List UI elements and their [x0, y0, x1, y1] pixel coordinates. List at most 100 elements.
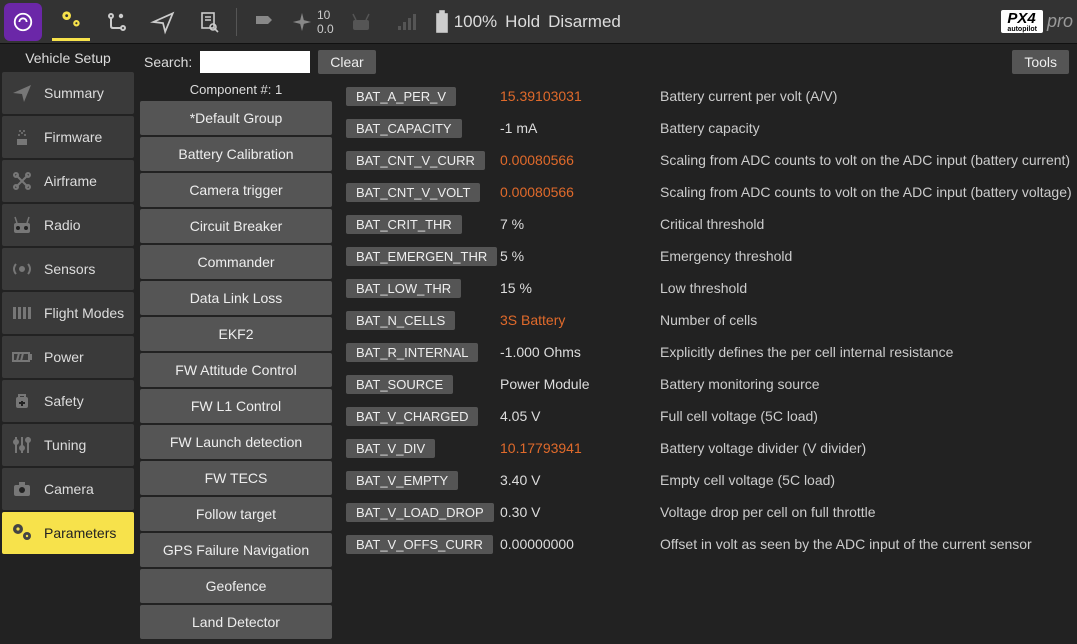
- sidebar-item-power[interactable]: Power: [2, 336, 134, 378]
- sidebar-item-parameters[interactable]: Parameters: [2, 512, 134, 554]
- tools-button[interactable]: Tools: [1012, 50, 1069, 74]
- sidebar-icon: [8, 519, 36, 547]
- sidebar-item-label: Firmware: [44, 129, 102, 145]
- search-label: Search:: [144, 54, 192, 70]
- param-value: 15 %: [500, 280, 532, 296]
- telemetry-signal-icon[interactable]: [388, 3, 426, 41]
- arm-state[interactable]: Disarmed: [548, 12, 621, 32]
- toolbar-analyze-button[interactable]: [190, 3, 228, 41]
- clear-button[interactable]: Clear: [318, 50, 375, 74]
- param-row: BAT_V_DIV10.17793941Battery voltage divi…: [340, 432, 1073, 464]
- param-description: Battery monitoring source: [660, 376, 820, 392]
- sidebar-item-label: Summary: [44, 85, 104, 101]
- group-follow-target[interactable]: Follow target: [140, 497, 332, 531]
- param-value: 7 %: [500, 216, 524, 232]
- vehicle-setup-sidebar: Vehicle Setup SummaryFirmwareAirframeRad…: [0, 44, 136, 644]
- sidebar-item-camera[interactable]: Camera: [2, 468, 134, 510]
- param-name-button[interactable]: BAT_V_LOAD_DROP: [346, 503, 494, 522]
- messages-icon[interactable]: [245, 3, 283, 41]
- sidebar-item-label: Safety: [44, 393, 84, 409]
- sidebar-item-flight-modes[interactable]: Flight Modes: [2, 292, 134, 334]
- toolbar-divider: [236, 8, 237, 36]
- param-name-button[interactable]: BAT_CNT_V_VOLT: [346, 183, 480, 202]
- param-value: -1.000 Ohms: [500, 344, 581, 360]
- battery-percent: 100%: [454, 12, 497, 32]
- param-name-button[interactable]: BAT_N_CELLS: [346, 311, 455, 330]
- sidebar-item-tuning[interactable]: Tuning: [2, 424, 134, 466]
- param-row: BAT_EMERGEN_THR5 %Emergency threshold: [340, 240, 1073, 272]
- group-fw-l1-control[interactable]: FW L1 Control: [140, 389, 332, 423]
- param-name-button[interactable]: BAT_CRIT_THR: [346, 215, 462, 234]
- param-value: -1 mA: [500, 120, 537, 136]
- sidebar-icon: [8, 79, 36, 107]
- param-row: BAT_CAPACITY-1 mABattery capacity: [340, 112, 1073, 144]
- app-logo[interactable]: [4, 3, 42, 41]
- sidebar-item-label: Power: [44, 349, 84, 365]
- group-data-link-loss[interactable]: Data Link Loss: [140, 281, 332, 315]
- gps-numbers: 10 0.0: [317, 8, 334, 36]
- param-value: 0.00000000: [500, 536, 574, 552]
- group-ekf2[interactable]: EKF2: [140, 317, 332, 351]
- sidebar-icon: [8, 123, 36, 151]
- gps-status[interactable]: 10 0.0: [291, 3, 334, 41]
- group-fw-attitude-control[interactable]: FW Attitude Control: [140, 353, 332, 387]
- group-fw-launch-detection[interactable]: FW Launch detection: [140, 425, 332, 459]
- param-value: 3S Battery: [500, 312, 565, 328]
- sidebar-item-sensors[interactable]: Sensors: [2, 248, 134, 290]
- param-description: Battery current per volt (A/V): [660, 88, 837, 104]
- param-name-button[interactable]: BAT_CAPACITY: [346, 119, 462, 138]
- rc-icon[interactable]: [342, 3, 380, 41]
- sidebar-item-airframe[interactable]: Airframe: [2, 160, 134, 202]
- param-name-button[interactable]: BAT_A_PER_V: [346, 87, 456, 106]
- sidebar-item-label: Tuning: [44, 437, 86, 453]
- topbar: 10 0.0 100% Hold Disarmed PX4autopilot p…: [0, 0, 1077, 44]
- toolbar-fly-button[interactable]: [144, 3, 182, 41]
- flight-mode[interactable]: Hold: [505, 12, 540, 32]
- param-name-button[interactable]: BAT_V_OFFS_CURR: [346, 535, 493, 554]
- sidebar-item-radio[interactable]: Radio: [2, 204, 134, 246]
- toolbar-setup-button[interactable]: [52, 3, 90, 41]
- param-row: BAT_V_OFFS_CURR 0.00000000 Offset in volt …: [340, 528, 1073, 560]
- param-row: BAT_SOURCEPower ModuleBattery monitoring…: [340, 368, 1073, 400]
- group-commander[interactable]: Commander: [140, 245, 332, 279]
- toolbar-plan-button[interactable]: [98, 3, 136, 41]
- group-circuit-breaker[interactable]: Circuit Breaker: [140, 209, 332, 243]
- param-row: BAT_A_PER_V15.39103031Battery current pe…: [340, 80, 1073, 112]
- param-name-button[interactable]: BAT_V_DIV: [346, 439, 435, 458]
- param-row: BAT_R_INTERNAL-1.000 OhmsExplicitly defi…: [340, 336, 1073, 368]
- group-land-detector[interactable]: Land Detector: [140, 605, 332, 639]
- param-description: Empty cell voltage (5C load): [660, 472, 835, 488]
- param-row: BAT_N_CELLS 3S Battery Number of cells: [340, 304, 1073, 336]
- sidebar-item-firmware[interactable]: Firmware: [2, 116, 134, 158]
- group-fw-tecs[interactable]: FW TECS: [140, 461, 332, 495]
- param-row: BAT_LOW_THR15 %Low threshold: [340, 272, 1073, 304]
- param-value: 0.00080566: [500, 152, 574, 168]
- sidebar-item-summary[interactable]: Summary: [2, 72, 134, 114]
- param-name-button[interactable]: BAT_SOURCE: [346, 375, 453, 394]
- param-name-button[interactable]: BAT_CNT_V_CURR: [346, 151, 485, 170]
- group-camera-trigger[interactable]: Camera trigger: [140, 173, 332, 207]
- param-name-button[interactable]: BAT_V_EMPTY: [346, 471, 458, 490]
- param-description: Offset in volt as seen by the ADC input …: [660, 536, 1032, 552]
- param-name-button[interactable]: BAT_R_INTERNAL: [346, 343, 478, 362]
- search-input[interactable]: [200, 51, 310, 73]
- param-description: Number of cells: [660, 312, 757, 328]
- battery-status[interactable]: 100%: [434, 3, 497, 41]
- param-row: BAT_CNT_V_CURR0.00080566Scaling from ADC…: [340, 144, 1073, 176]
- component-header: Component #: 1: [140, 80, 332, 99]
- parameter-table: BAT_A_PER_V15.39103031Battery current pe…: [336, 80, 1077, 644]
- group-geofence[interactable]: Geofence: [140, 569, 332, 603]
- param-name-button[interactable]: BAT_LOW_THR: [346, 279, 461, 298]
- group-battery-calibration[interactable]: Battery Calibration: [140, 137, 332, 171]
- sidebar-item-label: Camera: [44, 481, 94, 497]
- sidebar-icon: [8, 475, 36, 503]
- search-bar: Search: Clear Tools: [136, 44, 1077, 80]
- content-area: Search: Clear Tools Component #: 1 *Defa…: [136, 44, 1077, 644]
- param-name-button[interactable]: BAT_V_CHARGED: [346, 407, 478, 426]
- param-name-button[interactable]: BAT_EMERGEN_THR: [346, 247, 497, 266]
- param-value: 3.40 V: [500, 472, 540, 488]
- sidebar-icon: [8, 343, 36, 371]
- sidebar-item-safety[interactable]: Safety: [2, 380, 134, 422]
- group--default-group[interactable]: *Default Group: [140, 101, 332, 135]
- group-gps-failure-navigation[interactable]: GPS Failure Navigation: [140, 533, 332, 567]
